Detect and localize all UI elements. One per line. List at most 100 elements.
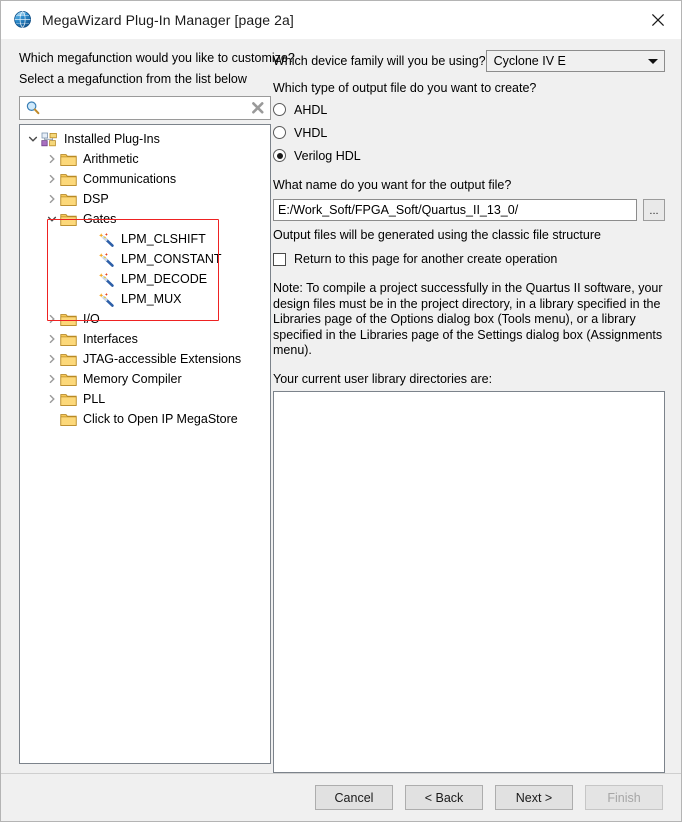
tree-item-label: LPM_DECODE [121,272,208,286]
megafunction-tree[interactable]: Installed Plug-Ins Arithmetic Communicatio… [19,124,271,764]
tree-item[interactable]: LPM_MUX [20,289,270,309]
device-family-label: Which device family will you be using? [273,54,486,68]
device-family-row: Which device family will you be using? C… [273,49,665,73]
folder-icon [60,372,77,387]
tree-item-label: I/O [83,312,100,326]
back-button[interactable]: < Back [405,785,483,810]
folder-icon [60,312,77,327]
window-title: MegaWizard Plug-In Manager [page 2a] [42,12,294,28]
tree-item-label: Arithmetic [83,152,139,166]
device-family-select[interactable]: Cyclone IV E [485,50,665,72]
wand-icon [98,232,115,247]
tree-item-label: DSP [83,192,109,206]
tree-item-label: Installed Plug-Ins [64,132,160,146]
tree-item-label: Interfaces [83,332,138,346]
chevron-down-icon [648,58,658,64]
folder-icon [60,172,77,187]
tree-item[interactable]: Memory Compiler [20,369,270,389]
output-name-label: What name do you want for the output fil… [273,178,512,192]
tree-item[interactable]: Click to Open IP MegaStore [20,409,270,429]
compile-note: Note: To compile a project successfully … [273,281,663,357]
tree-item-label: PLL [83,392,106,406]
cancel-button[interactable]: Cancel [315,785,393,810]
radio-verilog-hdl-label: Verilog HDL [294,148,361,163]
file-structure-note: Output files will be generated using the… [273,228,601,242]
radio-verilog-hdl[interactable]: Verilog HDL [273,144,665,167]
title-bar: MegaWizard Plug-In Manager [page 2a] [1,1,681,39]
radio-ahdl-label: AHDL [294,102,328,117]
tree-item[interactable]: Arithmetic [20,149,270,169]
close-icon[interactable] [635,1,681,39]
tree-item-label: LPM_CONSTANT [121,252,222,266]
tree-item[interactable]: Gates [20,209,270,229]
chevron-right-icon[interactable] [44,391,60,407]
tree-item-label: LPM_CLSHIFT [121,232,206,246]
search-box[interactable] [19,96,271,120]
chevron-right-icon[interactable] [44,351,60,367]
radio-vhdl-label: VHDL [294,125,328,140]
clear-x-icon[interactable] [250,100,266,116]
folder-icon [60,152,77,167]
folder-icon [60,352,77,367]
dialog-footer: Cancel < Back Next > Finish [1,773,681,821]
folder-icon [60,412,77,427]
tree-item[interactable]: DSP [20,189,270,209]
globe-icon [13,10,33,30]
chevron-right-icon[interactable] [44,371,60,387]
next-button[interactable]: Next > [495,785,573,810]
wand-icon [98,252,115,267]
tree-item-label: JTAG-accessible Extensions [83,352,242,366]
output-type-label: Which type of output file do you want to… [273,81,537,95]
chevron-right-icon[interactable] [44,171,60,187]
tree-item[interactable]: JTAG-accessible Extensions [20,349,270,369]
chevron-right-icon[interactable] [44,191,60,207]
radio-verilog-hdl-indicator [273,149,286,162]
tree-item[interactable]: LPM_DECODE [20,269,270,289]
radio-vhdl-indicator [273,126,286,139]
radio-ahdl-indicator [273,103,286,116]
tree-item[interactable]: LPM_CONSTANT [20,249,270,269]
chevron-right-icon[interactable] [44,311,60,327]
folder-icon [60,392,77,407]
tree-item[interactable]: Interfaces [20,329,270,349]
megafunction-question: Which megafunction would you like to cus… [19,51,295,65]
finish-button: Finish [585,785,663,810]
tree-item-label: Communications [83,172,177,186]
tree-item-label: Memory Compiler [83,372,182,386]
wand-icon [98,272,115,287]
folder-icon [60,332,77,347]
radio-vhdl[interactable]: VHDL [273,121,665,144]
tree-item-label: Click to Open IP MegaStore [83,412,238,426]
chevron-down-icon[interactable] [44,211,60,227]
output-name-row: ... [273,199,665,221]
options-panel: Which device family will you be using? C… [273,49,665,773]
tree-item[interactable]: LPM_CLSHIFT [20,229,270,249]
plugins-icon [41,132,58,147]
dialog-body: Which megafunction would you like to cus… [1,39,681,773]
search-input[interactable] [41,98,250,118]
library-directories-list[interactable] [273,390,665,773]
tree-item[interactable]: I/O [20,309,270,329]
output-name-input[interactable] [273,199,637,221]
magnifier-icon [25,100,41,116]
folder-icon [60,212,77,227]
tree-item-label: Gates [83,212,117,226]
chevron-down-icon[interactable] [25,131,41,147]
library-directories-label: Your current user library directories ar… [273,371,493,386]
tree-item[interactable]: Installed Plug-Ins [20,129,270,149]
radio-ahdl[interactable]: AHDL [273,98,665,121]
chevron-right-icon[interactable] [44,151,60,167]
tree-item[interactable]: Communications [20,169,270,189]
megafunction-panel: Which megafunction would you like to cus… [19,49,295,764]
chevron-right-icon[interactable] [44,331,60,347]
device-family-value: Cyclone IV E [493,54,566,68]
megafunction-instruction: Select a megafunction from the list belo… [19,72,247,86]
tree-item-label: LPM_MUX [121,292,182,306]
browse-button[interactable]: ... [643,199,665,221]
return-to-page-checkbox-indicator [273,252,286,266]
return-to-page-checkbox-label: Return to this page for another create o… [294,252,558,266]
return-to-page-checkbox[interactable]: Return to this page for another create o… [273,248,665,270]
folder-icon [60,192,77,207]
output-type-radio-group: AHDL VHDL Verilog HDL [273,98,665,167]
tree-item[interactable]: PLL [20,389,270,409]
